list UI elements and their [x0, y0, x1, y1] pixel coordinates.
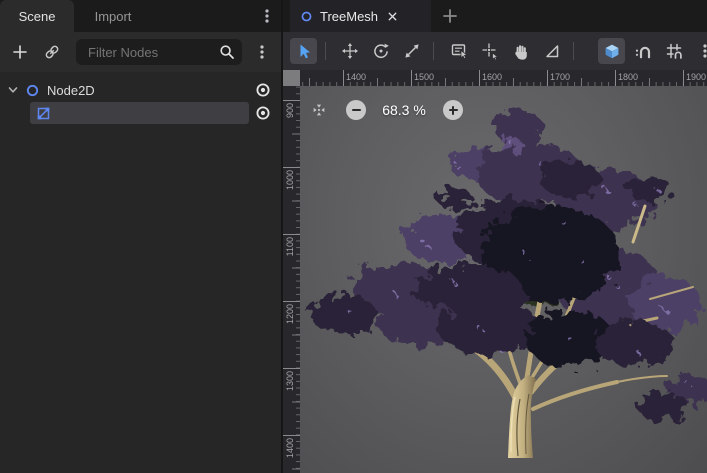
eye-icon	[254, 104, 272, 122]
grid-snap-button[interactable]	[660, 38, 687, 64]
search-icon-button[interactable]	[218, 43, 236, 66]
kebab-menu-icon	[697, 43, 707, 59]
expand-toggle[interactable]	[6, 83, 20, 97]
ruler-tool-button[interactable]	[538, 38, 565, 64]
ruler-corner	[283, 70, 300, 86]
pan-tool-button[interactable]	[507, 38, 534, 64]
ruler-tick-label: 1400	[285, 438, 295, 458]
pivot-icon	[481, 42, 499, 60]
toolbar-separator	[573, 42, 574, 60]
main-editor: TreeMesh	[283, 0, 707, 473]
visibility-toggle-node2d[interactable]	[254, 81, 272, 99]
zoom-out-button[interactable]	[346, 100, 366, 120]
scale-tool-button[interactable]	[398, 38, 425, 64]
tab-scene-label: Scene	[19, 9, 56, 24]
select-arrow-icon	[295, 42, 313, 60]
center-view-button[interactable]	[311, 102, 327, 118]
canvas-viewport[interactable]: 68.3 %	[300, 86, 707, 473]
magnet-icon	[634, 42, 652, 60]
tab-scene[interactable]: Scene	[0, 0, 74, 32]
plus-icon	[449, 106, 458, 115]
ruler-tick-label: 1700	[550, 72, 570, 82]
scale-icon	[403, 42, 421, 60]
select-tool-button[interactable]	[290, 38, 317, 64]
vertical-ruler: 900 1000 1100 1200 1300 1400	[283, 86, 300, 473]
zoom-percentage: 68.3 %	[372, 102, 436, 118]
rotate-tool-button[interactable]	[367, 38, 394, 64]
plus-icon	[441, 7, 459, 25]
smart-snap-button[interactable]	[629, 38, 656, 64]
tab-import-label: Import	[95, 9, 132, 24]
dock-menu-button[interactable]	[259, 8, 275, 24]
add-node-button[interactable]	[8, 40, 32, 64]
close-icon[interactable]	[386, 10, 399, 23]
scene-dock: Scene Import	[0, 0, 281, 473]
scene-tab-title: TreeMesh	[320, 9, 378, 24]
list-select-tool-button[interactable]	[445, 38, 472, 64]
scene-dock-toolbar	[0, 32, 281, 72]
snap-options-button[interactable]	[691, 38, 707, 64]
kebab-menu-icon	[254, 44, 270, 60]
ruler-tick-label: 1900	[686, 72, 706, 82]
ruler-tick-label: 1500	[414, 72, 434, 82]
node2d-icon	[300, 10, 313, 23]
ruler-tick-label: 1200	[285, 304, 295, 324]
ruler-tick-label: 1600	[482, 72, 502, 82]
ruler-tick-label: 1000	[285, 170, 295, 190]
center-view-icon	[311, 102, 327, 118]
godot-editor-window: Scene Import	[0, 0, 707, 473]
ruler-tick-label: 1400	[346, 72, 366, 82]
tab-treemesh[interactable]: TreeMesh	[290, 0, 431, 32]
pan-hand-icon	[512, 42, 530, 60]
ruler-icon	[543, 42, 561, 60]
plus-icon	[11, 43, 29, 61]
visibility-toggle-tree[interactable]	[254, 104, 272, 122]
node-name: Node2D	[47, 83, 95, 98]
kebab-menu-icon	[259, 8, 275, 24]
mesh-instance-2d-icon	[36, 106, 51, 121]
toolbar-separator	[433, 42, 434, 60]
horizontal-ruler: 1400 1500 1600 1700 1800 1900	[300, 70, 707, 86]
eye-icon	[254, 81, 272, 99]
scene-tab-bar: TreeMesh	[283, 0, 707, 32]
tree-row-node2d[interactable]: Node2D	[0, 79, 281, 101]
list-select-icon	[450, 42, 468, 60]
canvas-toolbar	[283, 32, 707, 70]
tab-import[interactable]: Import	[74, 0, 152, 32]
selected-row-highlight	[30, 102, 249, 124]
ruler-tick-label: 1100	[285, 237, 295, 256]
new-scene-tab-button[interactable]	[441, 7, 459, 25]
node2d-icon	[25, 83, 40, 98]
link-icon	[43, 43, 61, 61]
viewport-zoom-overlay: 68.3 %	[300, 86, 707, 134]
snap-toggle-button[interactable]	[598, 38, 625, 64]
move-tool-button[interactable]	[336, 38, 363, 64]
rotate-icon	[372, 42, 390, 60]
ruler-tick-label: 1800	[618, 72, 638, 82]
search-icon	[218, 43, 236, 61]
tree-sprite[interactable]	[305, 104, 707, 471]
scene-tree: Node2D	[0, 72, 281, 473]
toolbar-separator	[325, 42, 326, 60]
ruler-tick-label: 900	[285, 103, 295, 118]
minus-icon	[352, 109, 361, 111]
chevron-down-icon	[6, 83, 20, 97]
tree-options-button[interactable]	[250, 40, 274, 64]
zoom-in-button[interactable]	[443, 100, 463, 120]
grid-snap-icon	[665, 42, 683, 60]
pivot-tool-button[interactable]	[476, 38, 503, 64]
snap-cube-icon	[603, 42, 621, 60]
move-icon	[341, 42, 359, 60]
tree-row-tree[interactable]: tree	[0, 102, 281, 124]
instance-scene-button[interactable]	[40, 40, 64, 64]
ruler-tick-label: 1300	[285, 371, 295, 391]
dock-tab-bar: Scene Import	[0, 0, 281, 32]
